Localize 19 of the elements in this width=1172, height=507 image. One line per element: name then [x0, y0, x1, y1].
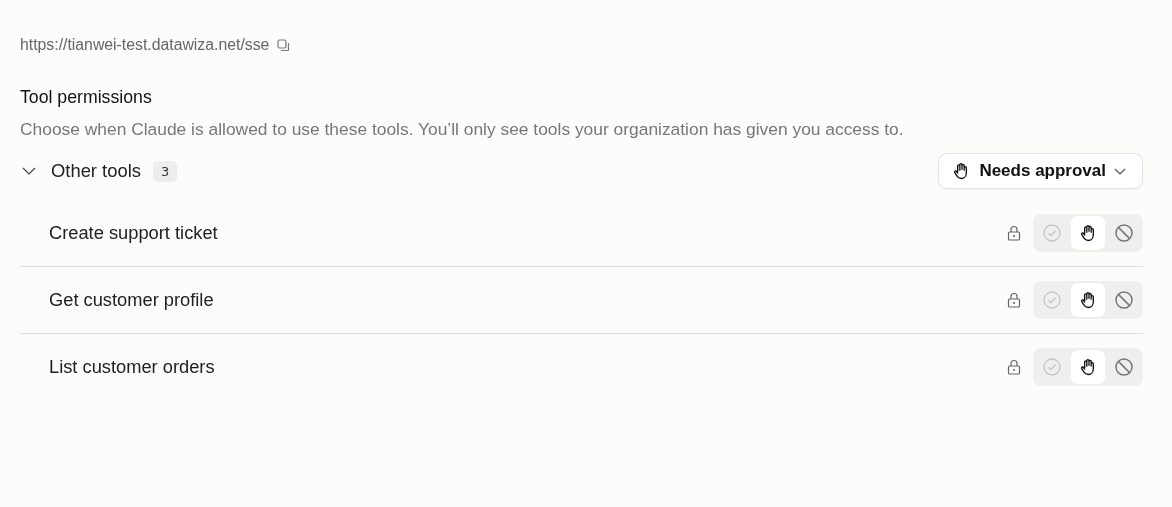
section-title: Tool permissions: [20, 87, 153, 108]
prohibited-icon: [1114, 290, 1134, 310]
check-circle-icon: [1042, 223, 1062, 243]
check-circle-icon: [1042, 290, 1062, 310]
group-label: Other tools: [51, 160, 141, 182]
prohibited-icon: [1114, 223, 1134, 243]
tool-name: Create support ticket: [49, 222, 218, 244]
prohibited-icon: [1114, 357, 1134, 377]
tool-count: 3: [152, 160, 178, 182]
approval-option[interactable]: [1071, 283, 1105, 317]
copy-icon[interactable]: [277, 38, 291, 52]
tool-name: Get customer profile: [49, 289, 214, 311]
server-url: https://tianwei-test.datawiza.net/sse: [20, 36, 270, 54]
permission-dropdown[interactable]: Needs approval: [938, 153, 1143, 189]
approval-option[interactable]: [1071, 350, 1105, 384]
tool-name: List customer orders: [49, 356, 215, 378]
check-circle-icon: [1042, 357, 1062, 377]
section-description: Choose when Claude is allowed to use these tools. You’ll only see tools your organization has given you access to.: [20, 119, 905, 140]
approval-option[interactable]: [1071, 216, 1105, 250]
